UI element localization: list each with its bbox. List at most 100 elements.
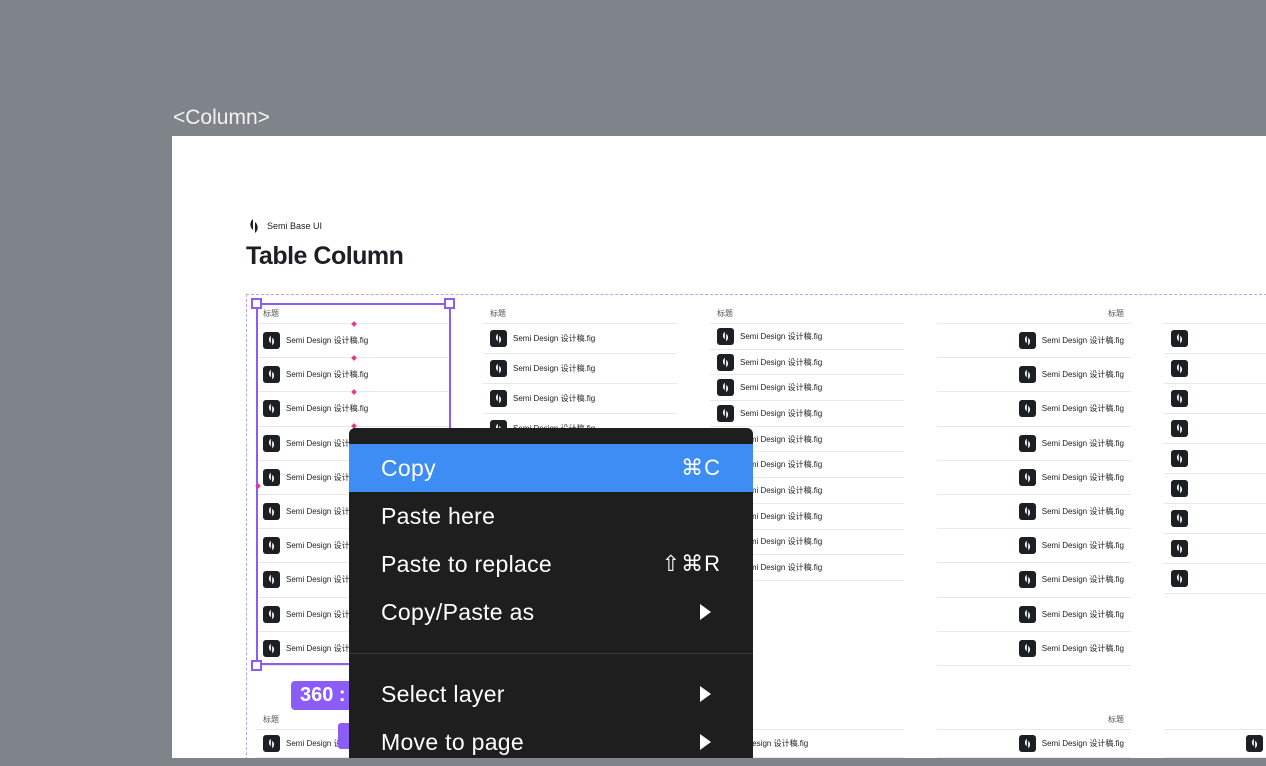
column-header: 标题 [937, 304, 1131, 324]
table-row[interactable] [1164, 534, 1266, 564]
file-name: Semi Design 设计稿.fig [1041, 643, 1124, 653]
menu-item-label: Copy [381, 454, 436, 481]
semi-logo-icon [1171, 540, 1188, 557]
size-badge: 360 : [291, 681, 355, 710]
semi-logo-icon [490, 330, 507, 347]
table-column-9[interactable]: 标题 Semi Design 设计稿.fig [937, 710, 1131, 758]
table-row[interactable]: Semi Design 设计稿.fig [937, 730, 1131, 758]
table-row[interactable]: Semi Design 设计稿.fig [937, 358, 1131, 393]
brand-name: Semi Base UI [267, 221, 323, 231]
table-row[interactable]: Semi Design 设计稿.fig [483, 354, 677, 384]
file-name: Semi Design 设计稿.fig [1041, 609, 1124, 619]
frame-label[interactable]: <Column> [173, 106, 270, 130]
table-row[interactable] [1164, 444, 1266, 474]
menu-item-shortcut: ⇧⌘R [661, 551, 721, 576]
semi-logo-icon [490, 360, 507, 377]
menu-item-select-layer[interactable]: Select layer [349, 670, 753, 718]
semi-logo-icon [717, 379, 734, 397]
semi-logo-icon [263, 735, 280, 752]
table-row[interactable]: Semi Design 设计稿.fig [937, 324, 1131, 359]
semi-logo-icon [490, 390, 507, 407]
semi-logo-icon [1018, 468, 1036, 486]
table-column-4[interactable]: 标题 Semi Design 设计稿.fig Semi Design 设计稿.fi… [937, 304, 1131, 666]
semi-logo-icon [717, 327, 734, 345]
menu-item-copy-paste-as[interactable]: Copy/Paste as [349, 588, 753, 636]
table-column-10[interactable] [1164, 710, 1266, 758]
table-row[interactable] [1164, 730, 1266, 758]
semi-logo-icon [1171, 450, 1188, 467]
semi-logo-icon [1171, 390, 1188, 407]
semi-logo-icon [250, 219, 258, 233]
menu-separator [349, 653, 753, 654]
semi-logo-icon [1171, 570, 1188, 587]
brand: Semi Base UI [246, 218, 322, 234]
table-row[interactable]: Semi Design 设计稿.fig [710, 401, 904, 427]
file-name: Semi Design 设计稿.fig [1041, 438, 1124, 448]
table-row[interactable]: Semi Design 设计稿.fig [937, 563, 1131, 598]
table-row[interactable]: Semi Design 设计稿.fig [483, 384, 677, 414]
chevron-right-icon [700, 686, 711, 702]
table-row[interactable]: Semi Design 设计稿.fig [937, 495, 1131, 530]
table-row[interactable]: Semi Design 设计稿.fig [710, 350, 904, 376]
file-name: Semi Design 设计稿.fig [513, 364, 596, 373]
table-row[interactable] [1164, 324, 1266, 354]
resize-handle-top-right[interactable] [444, 298, 455, 309]
chevron-right-icon [700, 734, 711, 750]
semi-logo-icon [1171, 360, 1188, 377]
file-name: Semi Design 设计稿.fig [1041, 336, 1124, 346]
semi-logo-icon [1018, 605, 1036, 623]
semi-logo-icon [1018, 366, 1036, 384]
menu-item-shortcut: ⌘C [681, 455, 721, 480]
table-row[interactable]: Semi Design 设计稿.fig [483, 324, 677, 354]
semi-logo-icon [1171, 330, 1188, 347]
resize-handle-top-left[interactable] [251, 298, 262, 309]
semi-logo-icon [717, 353, 734, 371]
semi-logo-icon [1018, 639, 1036, 657]
column-header-label: 标题 [263, 715, 279, 724]
column-header: 标题 [483, 304, 677, 324]
chevron-right-icon [700, 604, 711, 620]
resize-handle-bottom-left[interactable] [251, 660, 262, 671]
column-header: 标题 [710, 304, 904, 324]
table-row[interactable] [1164, 474, 1266, 504]
semi-logo-icon [1018, 400, 1036, 418]
file-name: Semi Design 设计稿.fig [740, 408, 823, 418]
table-row[interactable] [1164, 354, 1266, 384]
table-row[interactable] [1164, 504, 1266, 534]
table-row[interactable]: Semi Design 设计稿.fig [937, 461, 1131, 495]
semi-logo-icon [1018, 332, 1036, 350]
menu-item-label: Move to page [381, 728, 524, 755]
page-title: Table Column [246, 242, 404, 270]
file-name: Semi Design 设计稿.fig [1041, 541, 1124, 551]
table-row[interactable]: Semi Design 设计稿.fig [937, 598, 1131, 632]
column-header: 标题 [937, 710, 1131, 730]
table-column-2[interactable]: 标题 Semi Design 设计稿.fig Semi Design 设计稿.fi… [483, 304, 677, 444]
menu-item-move-to-page[interactable]: Move to page [349, 718, 753, 766]
semi-logo-icon [1018, 571, 1036, 589]
table-row[interactable] [1164, 564, 1266, 594]
table-row[interactable]: Semi Design 设计稿.fig [937, 427, 1131, 461]
menu-item-paste-here[interactable]: Paste here [349, 492, 753, 540]
table-column-5[interactable] [1164, 304, 1266, 594]
table-row[interactable]: Semi Design 设计稿.fig [710, 324, 904, 350]
table-row[interactable]: Semi Design 设计稿.fig [937, 392, 1131, 427]
table-row[interactable] [1164, 384, 1266, 414]
semi-logo-icon [1171, 510, 1188, 527]
context-menu: Copy ⌘C Paste here Paste to replace ⇧⌘R … [349, 428, 753, 758]
menu-item-paste-to-replace[interactable]: Paste to replace ⇧⌘R [349, 540, 753, 588]
menu-item-label: Paste here [381, 502, 496, 529]
semi-logo-icon [717, 404, 734, 422]
table-row[interactable]: Semi Design 设计稿.fig [937, 632, 1131, 666]
file-name: Semi Design 设计稿.fig [740, 331, 823, 341]
menu-item-label: Paste to replace [381, 550, 553, 577]
table-row[interactable]: Semi Design 设计稿.fig [710, 375, 904, 402]
file-name: Semi Design 设计稿.fig [513, 334, 596, 343]
menu-item-copy[interactable]: Copy ⌘C [349, 444, 753, 492]
column-header-label: 标题 [1108, 309, 1124, 318]
semi-logo-icon [1246, 735, 1263, 752]
semi-logo-icon [1171, 420, 1188, 437]
table-row[interactable]: Semi Design 设计稿.fig [937, 529, 1131, 564]
table-row[interactable] [1164, 414, 1266, 444]
file-name: Semi Design 设计稿.fig [513, 394, 596, 403]
semi-logo-icon [1018, 735, 1036, 752]
